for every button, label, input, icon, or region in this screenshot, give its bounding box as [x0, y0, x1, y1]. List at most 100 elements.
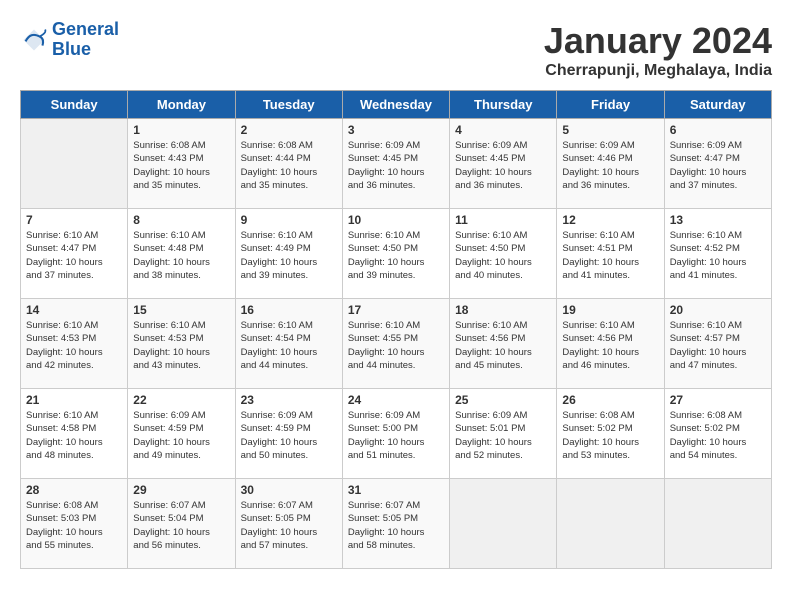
day-info: Sunrise: 6:10 AM Sunset: 4:57 PM Dayligh…: [670, 319, 766, 372]
day-header-saturday: Saturday: [664, 91, 771, 119]
day-info: Sunrise: 6:08 AM Sunset: 5:03 PM Dayligh…: [26, 499, 122, 552]
week-row-5: 28 Sunrise: 6:08 AM Sunset: 5:03 PM Dayli…: [21, 479, 772, 569]
day-info: Sunrise: 6:10 AM Sunset: 4:47 PM Dayligh…: [26, 229, 122, 282]
calendar-cell: 7 Sunrise: 6:10 AM Sunset: 4:47 PM Daylig…: [21, 209, 128, 299]
day-info: Sunrise: 6:09 AM Sunset: 4:59 PM Dayligh…: [241, 409, 337, 462]
calendar-cell: 17 Sunrise: 6:10 AM Sunset: 4:55 PM Dayli…: [342, 299, 449, 389]
month-title: January 2024: [544, 20, 772, 62]
week-row-4: 21 Sunrise: 6:10 AM Sunset: 4:58 PM Dayli…: [21, 389, 772, 479]
day-header-sunday: Sunday: [21, 91, 128, 119]
day-info: Sunrise: 6:09 AM Sunset: 4:45 PM Dayligh…: [455, 139, 551, 192]
day-info: Sunrise: 6:10 AM Sunset: 4:51 PM Dayligh…: [562, 229, 658, 282]
day-number: 21: [26, 393, 122, 407]
calendar-cell: 15 Sunrise: 6:10 AM Sunset: 4:53 PM Dayli…: [128, 299, 235, 389]
day-info: Sunrise: 6:09 AM Sunset: 4:59 PM Dayligh…: [133, 409, 229, 462]
day-info: Sunrise: 6:10 AM Sunset: 4:53 PM Dayligh…: [133, 319, 229, 372]
day-number: 1: [133, 123, 229, 137]
day-info: Sunrise: 6:08 AM Sunset: 5:02 PM Dayligh…: [562, 409, 658, 462]
calendar-cell: 6 Sunrise: 6:09 AM Sunset: 4:47 PM Daylig…: [664, 119, 771, 209]
day-number: 4: [455, 123, 551, 137]
day-number: 31: [348, 483, 444, 497]
day-info: Sunrise: 6:10 AM Sunset: 4:52 PM Dayligh…: [670, 229, 766, 282]
calendar-cell: 29 Sunrise: 6:07 AM Sunset: 5:04 PM Dayli…: [128, 479, 235, 569]
day-number: 6: [670, 123, 766, 137]
day-info: Sunrise: 6:09 AM Sunset: 4:47 PM Dayligh…: [670, 139, 766, 192]
day-info: Sunrise: 6:08 AM Sunset: 5:02 PM Dayligh…: [670, 409, 766, 462]
calendar-cell: 10Sunrise: 6:10 AM Sunset: 4:50 PM Dayli…: [342, 209, 449, 299]
location-title: Cherrapunji, Meghalaya, India: [544, 62, 772, 80]
page-header: General Blue January 2024 Cherrapunji, M…: [20, 20, 772, 80]
day-info: Sunrise: 6:10 AM Sunset: 4:50 PM Dayligh…: [455, 229, 551, 282]
day-info: Sunrise: 6:09 AM Sunset: 4:45 PM Dayligh…: [348, 139, 444, 192]
calendar-cell: 23 Sunrise: 6:09 AM Sunset: 4:59 PM Dayli…: [235, 389, 342, 479]
day-info: Sunrise: 6:10 AM Sunset: 4:56 PM Dayligh…: [562, 319, 658, 372]
day-number: 25: [455, 393, 551, 407]
day-number: 24: [348, 393, 444, 407]
day-number: 20: [670, 303, 766, 317]
calendar-table: SundayMondayTuesdayWednesdayThursdayFrid…: [20, 90, 772, 569]
day-number: 11: [455, 213, 551, 227]
calendar-cell: [450, 479, 557, 569]
day-number: 14: [26, 303, 122, 317]
calendar-cell: 16Sunrise: 6:10 AM Sunset: 4:54 PM Dayli…: [235, 299, 342, 389]
day-number: 30: [241, 483, 337, 497]
day-number: 10: [348, 213, 444, 227]
day-info: Sunrise: 6:09 AM Sunset: 5:00 PM Dayligh…: [348, 409, 444, 462]
calendar-cell: 1 Sunrise: 6:08 AM Sunset: 4:43 PM Daylig…: [128, 119, 235, 209]
day-info: Sunrise: 6:09 AM Sunset: 5:01 PM Dayligh…: [455, 409, 551, 462]
week-row-3: 14 Sunrise: 6:10 AM Sunset: 4:53 PM Dayli…: [21, 299, 772, 389]
day-number: 28: [26, 483, 122, 497]
day-header-friday: Friday: [557, 91, 664, 119]
day-info: Sunrise: 6:10 AM Sunset: 4:48 PM Dayligh…: [133, 229, 229, 282]
day-number: 29: [133, 483, 229, 497]
day-number: 19: [562, 303, 658, 317]
day-number: 15: [133, 303, 229, 317]
day-info: Sunrise: 6:07 AM Sunset: 5:04 PM Dayligh…: [133, 499, 229, 552]
calendar-cell: 22 Sunrise: 6:09 AM Sunset: 4:59 PM Dayli…: [128, 389, 235, 479]
calendar-cell: 13 Sunrise: 6:10 AM Sunset: 4:52 PM Dayli…: [664, 209, 771, 299]
day-number: 3: [348, 123, 444, 137]
day-number: 17: [348, 303, 444, 317]
logo: General Blue: [20, 20, 119, 60]
day-info: Sunrise: 6:10 AM Sunset: 4:56 PM Dayligh…: [455, 319, 551, 372]
calendar-cell: 27Sunrise: 6:08 AM Sunset: 5:02 PM Dayli…: [664, 389, 771, 479]
day-info: Sunrise: 6:10 AM Sunset: 4:49 PM Dayligh…: [241, 229, 337, 282]
calendar-cell: 3 Sunrise: 6:09 AM Sunset: 4:45 PM Daylig…: [342, 119, 449, 209]
calendar-cell: 19 Sunrise: 6:10 AM Sunset: 4:56 PM Dayli…: [557, 299, 664, 389]
calendar-cell: 9 Sunrise: 6:10 AM Sunset: 4:49 PM Daylig…: [235, 209, 342, 299]
calendar-cell: 20 Sunrise: 6:10 AM Sunset: 4:57 PM Dayli…: [664, 299, 771, 389]
day-header-monday: Monday: [128, 91, 235, 119]
title-block: January 2024 Cherrapunji, Meghalaya, Ind…: [544, 20, 772, 80]
calendar-cell: 31 Sunrise: 6:07 AM Sunset: 5:05 PM Dayli…: [342, 479, 449, 569]
week-row-2: 7 Sunrise: 6:10 AM Sunset: 4:47 PM Daylig…: [21, 209, 772, 299]
calendar-cell: 25 Sunrise: 6:09 AM Sunset: 5:01 PM Dayli…: [450, 389, 557, 479]
day-number: 13: [670, 213, 766, 227]
day-number: 23: [241, 393, 337, 407]
calendar-cell: 4 Sunrise: 6:09 AM Sunset: 4:45 PM Daylig…: [450, 119, 557, 209]
day-info: Sunrise: 6:10 AM Sunset: 4:55 PM Dayligh…: [348, 319, 444, 372]
day-info: Sunrise: 6:10 AM Sunset: 4:58 PM Dayligh…: [26, 409, 122, 462]
day-info: Sunrise: 6:07 AM Sunset: 5:05 PM Dayligh…: [348, 499, 444, 552]
day-number: 2: [241, 123, 337, 137]
calendar-cell: 24 Sunrise: 6:09 AM Sunset: 5:00 PM Dayli…: [342, 389, 449, 479]
day-header-tuesday: Tuesday: [235, 91, 342, 119]
day-info: Sunrise: 6:07 AM Sunset: 5:05 PM Dayligh…: [241, 499, 337, 552]
day-number: 12: [562, 213, 658, 227]
calendar-header-row: SundayMondayTuesdayWednesdayThursdayFrid…: [21, 91, 772, 119]
day-number: 18: [455, 303, 551, 317]
day-info: Sunrise: 6:08 AM Sunset: 4:44 PM Dayligh…: [241, 139, 337, 192]
calendar-cell: [557, 479, 664, 569]
day-number: 8: [133, 213, 229, 227]
calendar-cell: 11 Sunrise: 6:10 AM Sunset: 4:50 PM Dayli…: [450, 209, 557, 299]
day-number: 5: [562, 123, 658, 137]
calendar-cell: 26Sunrise: 6:08 AM Sunset: 5:02 PM Dayli…: [557, 389, 664, 479]
day-info: Sunrise: 6:09 AM Sunset: 4:46 PM Dayligh…: [562, 139, 658, 192]
day-header-wednesday: Wednesday: [342, 91, 449, 119]
day-info: Sunrise: 6:08 AM Sunset: 4:43 PM Dayligh…: [133, 139, 229, 192]
calendar-cell: [664, 479, 771, 569]
calendar-cell: 28 Sunrise: 6:08 AM Sunset: 5:03 PM Dayli…: [21, 479, 128, 569]
day-number: 22: [133, 393, 229, 407]
day-number: 9: [241, 213, 337, 227]
day-number: 7: [26, 213, 122, 227]
calendar-cell: 8 Sunrise: 6:10 AM Sunset: 4:48 PM Daylig…: [128, 209, 235, 299]
